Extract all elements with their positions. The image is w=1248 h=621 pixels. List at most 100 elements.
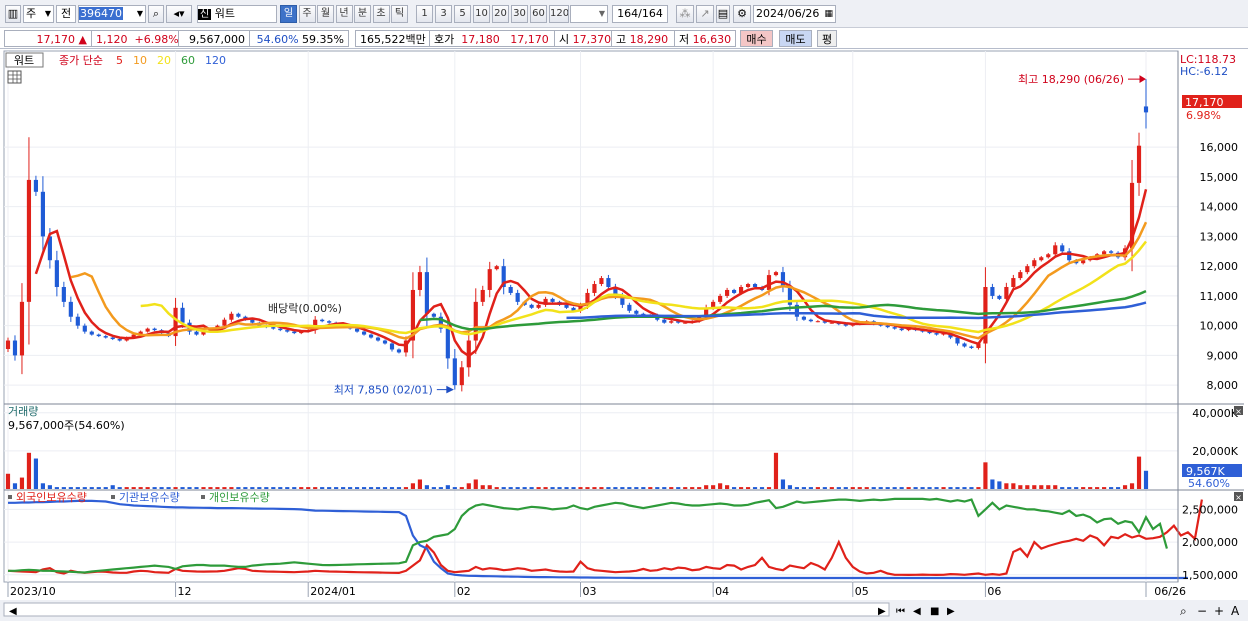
interval-button-2[interactable]: 5: [454, 5, 471, 23]
period-label: 분: [357, 8, 368, 19]
interval-label: 30: [513, 8, 526, 19]
interval-button-4[interactable]: 20: [492, 5, 509, 23]
stop-icon[interactable]: ■: [930, 606, 939, 617]
volume-bar: [473, 479, 478, 489]
zoom-out-icon: −: [1197, 604, 1207, 618]
draw-icon[interactable]: ↗: [696, 5, 714, 23]
period-tab-2[interactable]: 월: [317, 5, 334, 23]
volume-bar: [773, 452, 779, 489]
candle-body: [152, 328, 157, 331]
interval-dropdown[interactable]: ▼: [570, 5, 608, 23]
volume-bar: [138, 487, 143, 489]
period-tab-3[interactable]: 년: [335, 5, 353, 23]
volume-bar: [417, 479, 422, 489]
holdings-tick-label: 1,500,000: [1182, 569, 1238, 582]
save-icon[interactable]: ▤: [716, 5, 730, 23]
period-tab-1[interactable]: 주: [298, 5, 316, 23]
volume-bar: [766, 487, 772, 489]
volume-tick-label: 40,000K: [1192, 407, 1238, 420]
chart-menu-icon[interactable]: ▥: [5, 5, 21, 23]
volume-bar: [515, 487, 520, 489]
volume-bar: [5, 473, 11, 489]
candle-body: [382, 340, 388, 344]
volume-bar: [690, 487, 695, 489]
candle-body: [550, 298, 555, 302]
interval-button-6[interactable]: 60: [530, 5, 547, 23]
toolbar: ▥ 주 ▼ 전 396470 ▼ ⌕ ◂▾ 신 워트 ▼ 164/164 ⁂ ↗ ▤…: [0, 0, 1248, 28]
period-tab-0[interactable]: 일: [280, 5, 297, 23]
stock-code-input[interactable]: 396470 ▼: [78, 5, 146, 23]
candle-body: [606, 278, 611, 287]
volume-bar: [669, 487, 674, 489]
volume-bar: [941, 487, 946, 489]
gear-icon[interactable]: ⚙: [733, 5, 751, 23]
period-tab-4[interactable]: 분: [354, 5, 371, 23]
volume-bar: [375, 487, 381, 489]
interval-button-5[interactable]: 30: [511, 5, 528, 23]
back-icon[interactable]: ◀: [913, 606, 921, 617]
interval-button-0[interactable]: 1: [416, 5, 433, 23]
volume-bar: [1025, 485, 1030, 489]
play-icon[interactable]: ▶: [947, 606, 955, 617]
volume-bar: [780, 479, 786, 489]
candle-body: [815, 321, 820, 323]
stock-type-dropdown[interactable]: 주 ▼: [23, 5, 54, 23]
data-count-field[interactable]: 164/164: [612, 5, 668, 23]
link-icon[interactable]: ⁂: [676, 5, 694, 23]
scroll-right-icon[interactable]: ▶: [878, 606, 886, 617]
period-tab-6[interactable]: 틱: [391, 5, 408, 23]
volume-bar: [948, 487, 953, 489]
ratio1-value: 54.60%: [256, 33, 299, 46]
table-icon[interactable]: [7, 70, 22, 84]
volume-bar: [145, 487, 150, 489]
volume-bar: [522, 487, 527, 489]
high-label: 고: [616, 33, 627, 46]
date-field[interactable]: 2024/06/26 ▦: [753, 5, 836, 23]
volume-bar: [1046, 485, 1051, 489]
volume-bar: [1088, 487, 1093, 489]
volume-bar: [620, 487, 625, 489]
volume-bar: [501, 487, 506, 489]
volume-bar: [822, 487, 827, 489]
sell-button[interactable]: 매도: [779, 30, 812, 47]
volume-bar: [341, 487, 346, 489]
first-icon[interactable]: ⏮: [896, 606, 905, 617]
prev-button[interactable]: 전: [56, 5, 76, 23]
volume-bar: [1032, 485, 1037, 489]
high-annotation: 최고 18,290 (06/26): [1018, 73, 1124, 86]
search-icon[interactable]: ⌕: [148, 5, 164, 23]
interval-button-1[interactable]: 3: [435, 5, 452, 23]
interval-button-7[interactable]: 120: [549, 5, 569, 23]
market-flag-badge: 신: [198, 9, 212, 20]
volume-bar: [89, 487, 94, 489]
eval-button[interactable]: 평: [817, 30, 837, 47]
period-tab-5[interactable]: 초: [372, 5, 390, 23]
legend-stock-name: 워트: [14, 54, 34, 67]
candle-body: [396, 349, 402, 353]
volume-bar: [445, 485, 450, 489]
buy-button[interactable]: 매수: [740, 30, 773, 47]
volume-bar: [431, 487, 436, 489]
horizontal-scrollbar[interactable]: [3, 602, 890, 617]
amount-value: 165,522백만: [360, 33, 426, 46]
change-pct: +6.98%: [134, 33, 179, 46]
interval-button-3[interactable]: 10: [473, 5, 490, 23]
high-value: 18,290: [629, 33, 669, 46]
candle-body: [194, 331, 199, 335]
candle-body: [229, 313, 234, 320]
speaker-icon[interactable]: ◂▾: [166, 5, 192, 23]
volume-bar: [892, 487, 897, 489]
volume-bar: [40, 483, 45, 489]
volume-bar: [794, 487, 800, 489]
volume-bar: [878, 487, 883, 489]
price-chart[interactable]: 8,000 9,000 10,000 11,000 12,000 13,000 14,000…: [0, 49, 1248, 621]
candle-body: [40, 191, 45, 237]
stock-name-field[interactable]: 신 워트: [197, 5, 277, 23]
candle-body: [899, 328, 904, 331]
volume-bar: [75, 487, 80, 489]
volume-bar: [229, 487, 234, 489]
legend-marker: [8, 495, 12, 499]
scroll-left-icon[interactable]: ◀: [9, 606, 17, 617]
candle-body: [725, 289, 730, 296]
volume-bar: [920, 487, 925, 489]
